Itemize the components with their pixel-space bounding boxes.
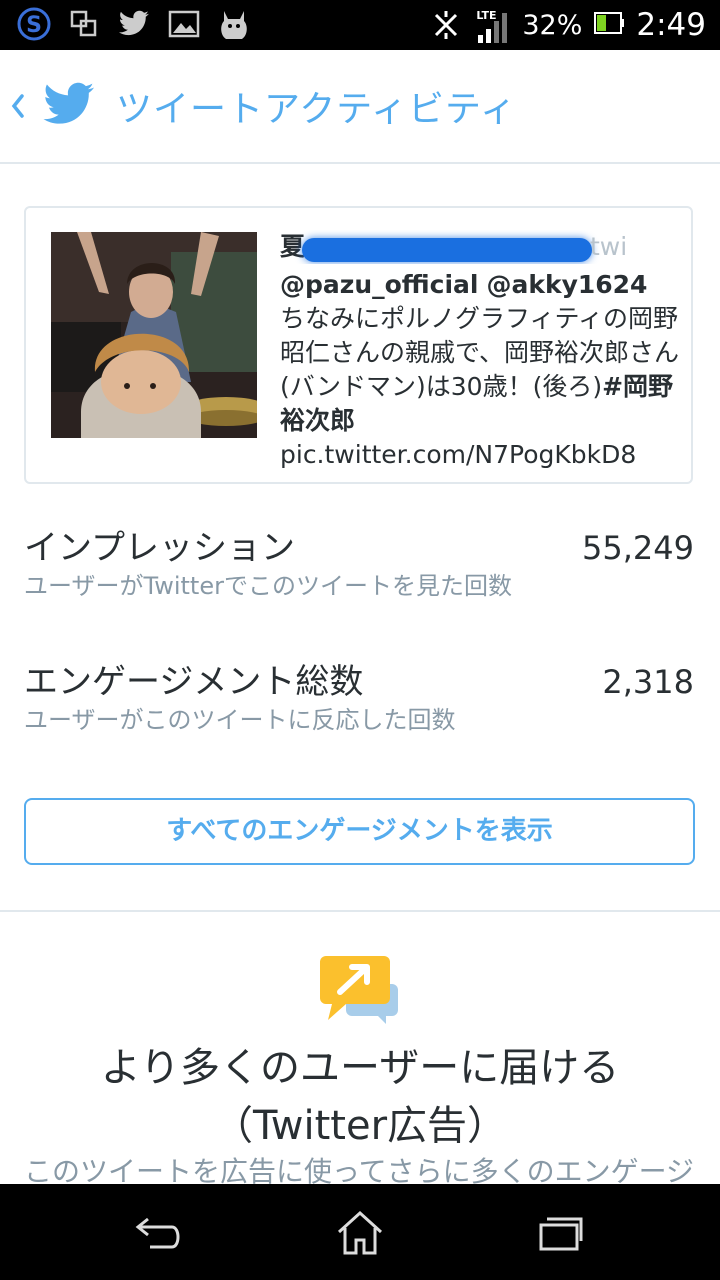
photo-thumbnail xyxy=(51,232,257,438)
promote-tweet-icon xyxy=(320,956,398,1024)
notification-icons: S xyxy=(16,6,252,42)
promo-title: より多くのユーザーに届ける xyxy=(100,1045,620,1091)
engagements-description: ユーザーがこのツイートに反応した回数 xyxy=(24,706,456,734)
section-divider xyxy=(0,910,720,912)
home-icon xyxy=(337,1210,383,1255)
tweet-content: 夏 twi @pazu_official @akky1624 ちなみにポルノグラ… xyxy=(280,230,680,472)
battery-icon xyxy=(594,11,625,39)
clock: 2:49 xyxy=(636,7,706,43)
mention-link[interactable]: @akky1624 xyxy=(486,270,647,299)
signal-icon: LTE xyxy=(476,5,510,45)
home-nav-button[interactable] xyxy=(330,1208,390,1258)
author-handle: twi xyxy=(590,232,628,261)
recent-apps-icon xyxy=(539,1217,583,1251)
engagements-label: エンゲージメント総数 xyxy=(24,662,364,702)
impressions-description: ユーザーがTwitterでこのツイートを見た回数 xyxy=(24,572,512,600)
twitter-bird-icon xyxy=(43,82,94,124)
tweet-photo[interactable] xyxy=(51,232,257,438)
battery-percent: 32% xyxy=(522,9,583,41)
engagements-metric: エンゲージメント総数 2,318 ユーザーがこのツイートに反応した回数 xyxy=(24,660,694,736)
skype-icon: S xyxy=(16,6,52,42)
pic-link[interactable]: pic.twitter.com/N7PogKbkD8 xyxy=(280,440,636,469)
back-button[interactable] xyxy=(8,80,34,130)
author-name: 夏 xyxy=(280,232,306,261)
engagements-value: 2,318 xyxy=(602,663,694,701)
gallery-icon xyxy=(166,6,202,42)
redaction-mark xyxy=(302,238,592,262)
tweet-text: @pazu_official @akky1624 ちなみにポルノグラフィティの岡… xyxy=(280,268,680,472)
back-arrow-icon xyxy=(135,1217,180,1249)
impressions-value: 55,249 xyxy=(582,529,694,567)
app-header: ツイートアクティビティ xyxy=(0,50,720,164)
system-indicators: LTE 32% 2:49 xyxy=(428,0,706,50)
chevron-left-icon xyxy=(11,94,24,118)
twitter-icon xyxy=(116,6,152,42)
mention-link[interactable]: @pazu_official xyxy=(280,270,479,299)
tweet-author-row: 夏 twi xyxy=(280,230,680,264)
promo-subtitle: （Twitter広告） xyxy=(212,1103,508,1149)
status-bar: S LTE 32% 2:49 xyxy=(0,0,720,50)
nfc-icon xyxy=(428,7,464,43)
screen-icon xyxy=(66,6,102,42)
navigation-bar xyxy=(0,1184,720,1280)
svg-text:S: S xyxy=(26,13,42,38)
recent-apps-nav-button[interactable] xyxy=(530,1208,590,1258)
page-title: ツイートアクティビティ xyxy=(116,89,517,130)
mascot-icon xyxy=(216,6,252,42)
impressions-metric: インプレッション 55,249 ユーザーがTwitterでこのツイートを見た回数 xyxy=(24,526,694,602)
tweet-card[interactable]: 夏 twi @pazu_official @akky1624 ちなみにポルノグラ… xyxy=(24,206,693,484)
back-nav-button[interactable] xyxy=(128,1208,188,1258)
view-all-engagements-button[interactable]: すべてのエンゲージメントを表示 xyxy=(24,798,695,865)
